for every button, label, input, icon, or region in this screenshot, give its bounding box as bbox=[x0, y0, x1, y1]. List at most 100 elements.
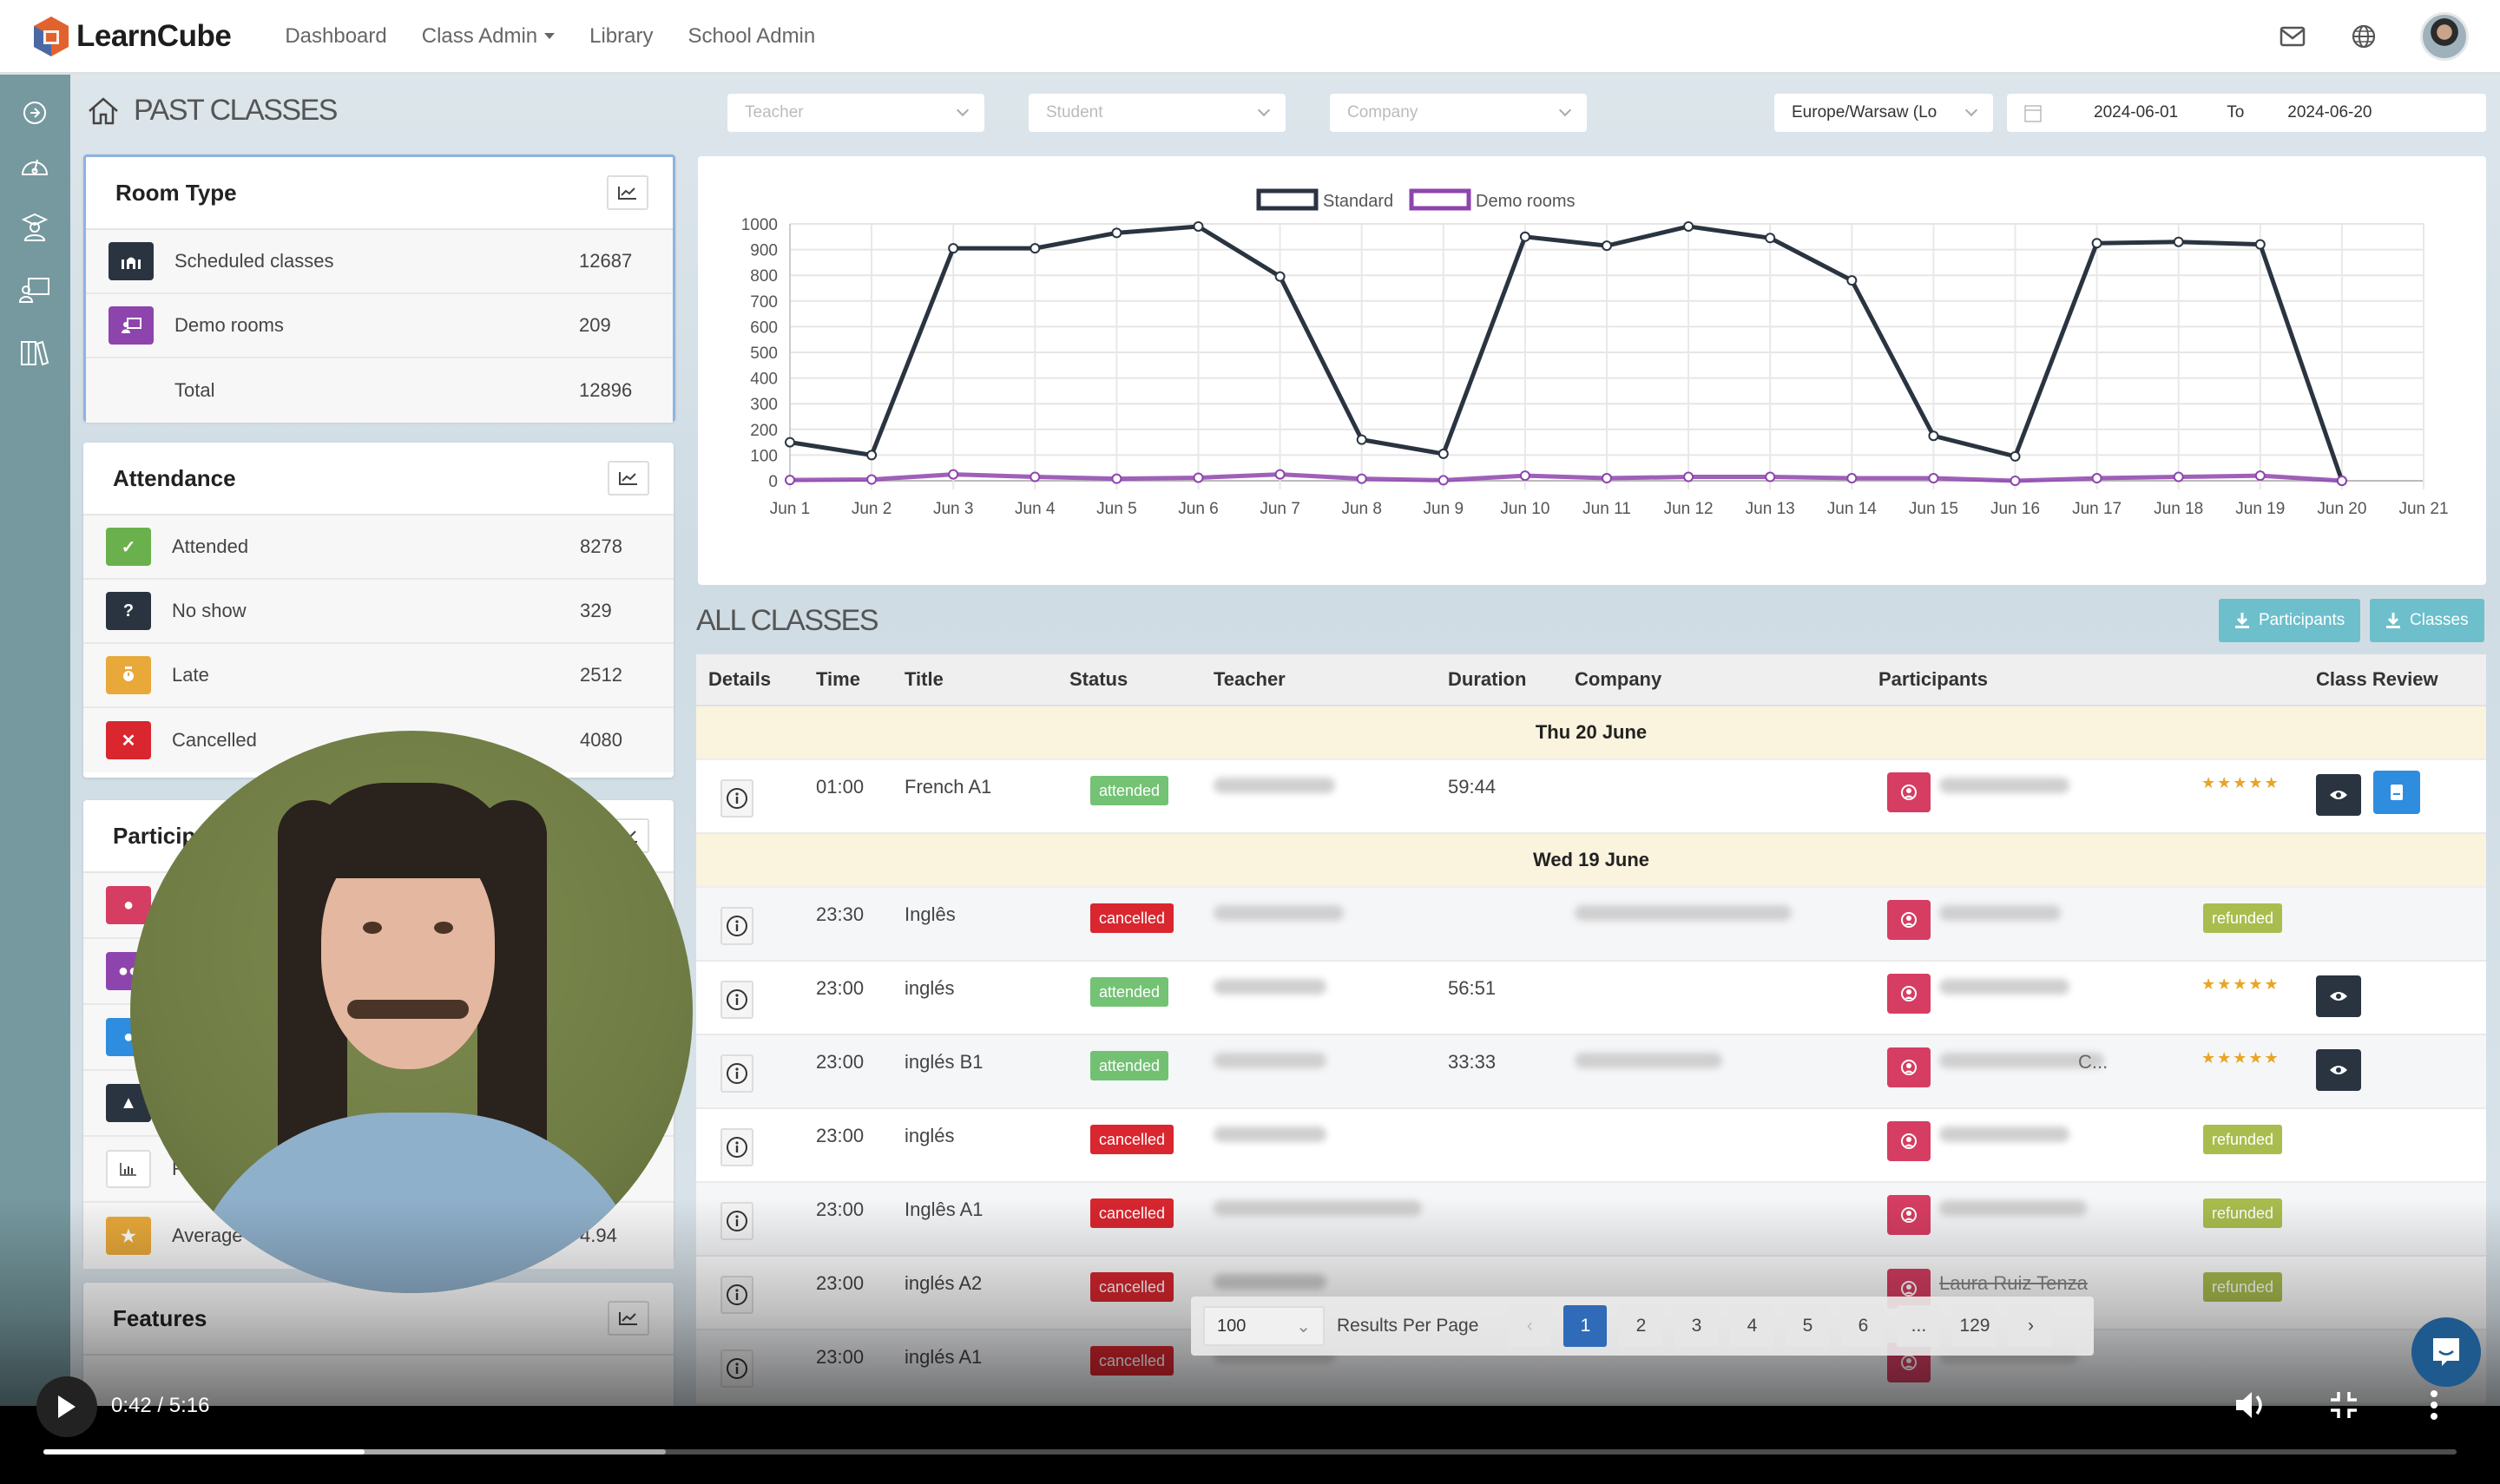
mail-icon[interactable] bbox=[2278, 22, 2307, 51]
data-point[interactable] bbox=[1928, 473, 1939, 484]
data-point[interactable] bbox=[1274, 271, 1286, 282]
page-button[interactable]: 1 bbox=[1563, 1305, 1608, 1347]
home-icon[interactable] bbox=[87, 96, 120, 126]
date-from[interactable]: 2024-06-01 bbox=[2094, 103, 2178, 122]
page-button[interactable]: 3 bbox=[1674, 1305, 1719, 1347]
nav-class-admin[interactable]: Class Admin bbox=[422, 24, 556, 49]
data-point[interactable] bbox=[1030, 243, 1041, 254]
timezone-select[interactable]: Europe/Warsaw (Lo bbox=[1774, 94, 1993, 132]
view-review-button[interactable] bbox=[2316, 1049, 2361, 1091]
data-point[interactable] bbox=[866, 474, 878, 485]
student-icon[interactable] bbox=[16, 208, 54, 246]
details-button[interactable] bbox=[720, 1054, 753, 1093]
page-button[interactable]: 6 bbox=[1841, 1305, 1885, 1347]
prev-page-button[interactable]: ‹ bbox=[1508, 1305, 1552, 1347]
data-point[interactable] bbox=[1193, 220, 1204, 232]
data-point[interactable] bbox=[1111, 473, 1122, 484]
col-time[interactable]: Time bbox=[816, 668, 860, 691]
data-point[interactable] bbox=[2173, 236, 2184, 247]
class-title[interactable]: inglés bbox=[905, 1125, 954, 1147]
participant-button[interactable] bbox=[1887, 1195, 1931, 1235]
details-button[interactable] bbox=[720, 779, 753, 818]
view-review-button[interactable] bbox=[2316, 975, 2361, 1017]
attendance-chart-button[interactable] bbox=[608, 461, 649, 496]
col-details[interactable]: Details bbox=[708, 668, 771, 691]
data-point[interactable] bbox=[1683, 220, 1694, 232]
class-title[interactable]: inglés bbox=[905, 977, 954, 1000]
play-button[interactable] bbox=[36, 1376, 97, 1437]
data-point[interactable] bbox=[1928, 430, 1939, 442]
page-button[interactable]: 129 bbox=[1952, 1305, 1997, 1347]
participant-button[interactable] bbox=[1887, 1047, 1931, 1087]
legend-label[interactable]: Standard bbox=[1323, 192, 1393, 211]
class-title[interactable]: Inglês A1 bbox=[905, 1198, 984, 1221]
legend-swatch[interactable] bbox=[1256, 188, 1319, 211]
participant-button[interactable] bbox=[1887, 772, 1931, 812]
class-title[interactable]: inglés A1 bbox=[905, 1346, 982, 1369]
video-progress-bar[interactable] bbox=[43, 1449, 2457, 1454]
data-point[interactable] bbox=[785, 475, 795, 486]
col-duration[interactable]: Duration bbox=[1448, 668, 1526, 691]
more-options-button[interactable] bbox=[2413, 1383, 2455, 1427]
col-title[interactable]: Title bbox=[905, 668, 944, 691]
class-title[interactable]: French A1 bbox=[905, 776, 991, 798]
data-point[interactable] bbox=[1030, 471, 1041, 483]
data-point[interactable] bbox=[948, 469, 959, 480]
details-button[interactable] bbox=[720, 1128, 753, 1166]
data-point[interactable] bbox=[1765, 471, 1776, 483]
data-point[interactable] bbox=[2010, 450, 2021, 462]
room-type-chart-button[interactable] bbox=[607, 175, 648, 210]
brand-logo[interactable]: LearnCube bbox=[31, 15, 232, 58]
volume-button[interactable] bbox=[2233, 1383, 2274, 1427]
features-chart-button[interactable] bbox=[608, 1301, 649, 1336]
data-point[interactable] bbox=[2254, 470, 2266, 482]
data-point[interactable] bbox=[1846, 275, 1858, 286]
date-to[interactable]: 2024-06-20 bbox=[2287, 103, 2372, 122]
col-class-review[interactable]: Class Review bbox=[2316, 668, 2438, 691]
data-point[interactable] bbox=[866, 450, 878, 461]
data-point[interactable] bbox=[1602, 240, 1612, 252]
data-point[interactable] bbox=[2091, 473, 2102, 484]
col-company[interactable]: Company bbox=[1575, 668, 1661, 691]
legend-swatch[interactable] bbox=[1409, 188, 1471, 211]
participant-button[interactable] bbox=[1887, 900, 1931, 940]
page-button[interactable]: 4 bbox=[1730, 1305, 1774, 1347]
participant-button[interactable] bbox=[1887, 1121, 1931, 1161]
details-button[interactable] bbox=[720, 907, 753, 945]
data-point[interactable] bbox=[1356, 434, 1367, 445]
page-button[interactable]: 5 bbox=[1786, 1305, 1830, 1347]
teacher-filter[interactable]: Teacher bbox=[727, 94, 984, 132]
results-per-page-select[interactable]: 100 ⌄ bbox=[1203, 1306, 1325, 1346]
details-button[interactable] bbox=[720, 1202, 753, 1240]
details-button[interactable] bbox=[720, 1349, 753, 1388]
next-page-button[interactable]: › bbox=[2009, 1305, 2053, 1347]
data-point[interactable] bbox=[1765, 233, 1776, 244]
data-point[interactable] bbox=[2091, 238, 2102, 249]
class-title[interactable]: inglés B1 bbox=[905, 1051, 984, 1074]
class-title[interactable]: Inglês bbox=[905, 903, 956, 926]
nav-dashboard[interactable]: Dashboard bbox=[285, 24, 386, 49]
legend-label[interactable]: Demo rooms bbox=[1476, 192, 1575, 211]
data-point[interactable] bbox=[948, 243, 959, 254]
participant-button[interactable] bbox=[1887, 974, 1931, 1014]
col-teacher[interactable]: Teacher bbox=[1214, 668, 1286, 691]
nav-school-admin[interactable]: School Admin bbox=[688, 24, 815, 49]
library-books-icon[interactable] bbox=[16, 333, 54, 371]
data-point[interactable] bbox=[1356, 473, 1367, 484]
download-classes-button[interactable]: Classes bbox=[2370, 599, 2484, 642]
data-point[interactable] bbox=[2254, 239, 2266, 250]
user-avatar[interactable] bbox=[2420, 12, 2469, 61]
class-title[interactable]: inglés A2 bbox=[905, 1272, 982, 1295]
data-point[interactable] bbox=[1846, 473, 1858, 484]
chat-support-button[interactable] bbox=[2411, 1317, 2481, 1387]
details-button[interactable] bbox=[720, 981, 753, 1019]
student-filter[interactable]: Student bbox=[1029, 94, 1286, 132]
download-participants-button[interactable]: Participants bbox=[2219, 599, 2361, 642]
view-review-button[interactable] bbox=[2316, 774, 2361, 816]
dashboard-gauge-icon[interactable] bbox=[16, 146, 54, 184]
data-point[interactable] bbox=[1438, 448, 1449, 459]
expand-sidebar-icon[interactable] bbox=[16, 94, 54, 132]
participant-name[interactable]: Laura Ruiz Tenza bbox=[1939, 1272, 2088, 1295]
data-point[interactable] bbox=[1519, 470, 1530, 482]
data-point[interactable] bbox=[1274, 469, 1286, 480]
